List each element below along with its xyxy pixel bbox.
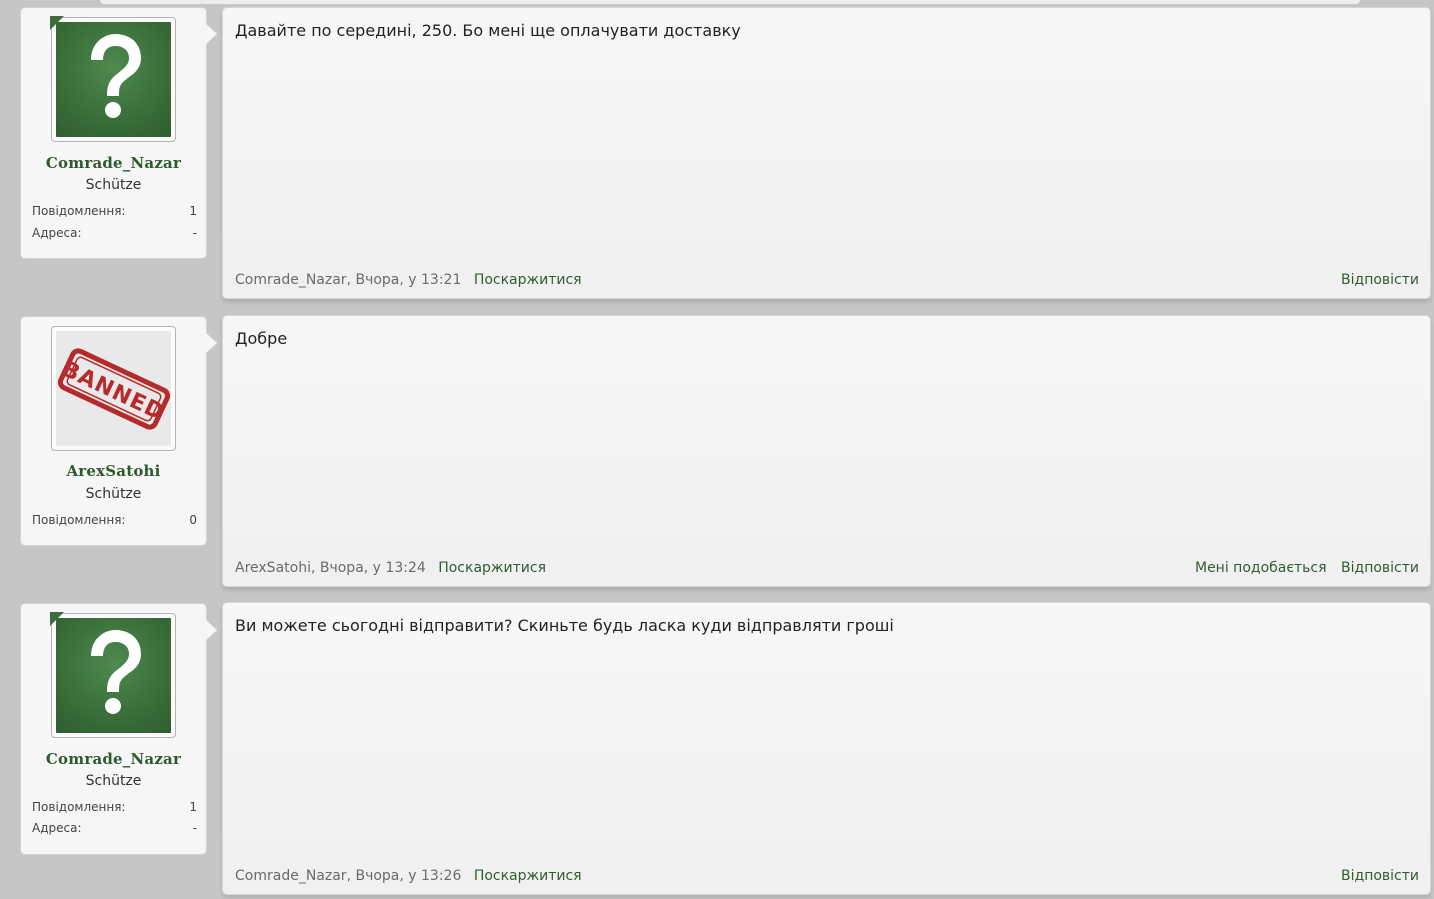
message-actions: Відповісти — [1331, 272, 1419, 288]
message-actions: Відповісти — [1331, 868, 1419, 884]
stat-messages: Повідомлення: 0 — [32, 513, 197, 527]
meta-author[interactable]: ArexSatohi — [235, 560, 311, 576]
report-link[interactable]: Поскаржитися — [474, 272, 582, 288]
message-body: Давайте по середині, 250. Бо мені ще опл… — [222, 7, 1431, 299]
report-link[interactable]: Поскаржитися — [438, 560, 546, 576]
top-strip — [100, 0, 1360, 4]
reply-link[interactable]: Відповісти — [1341, 560, 1419, 576]
message-text: Давайте по середині, 250. Бо мені ще опл… — [235, 21, 741, 40]
reply-link[interactable]: Відповісти — [1341, 272, 1419, 288]
card-arrow — [206, 620, 217, 640]
stat-address: Адреса: - — [32, 226, 197, 240]
message-text: Ви можете сьогодні відправити? Скиньте б… — [235, 616, 894, 635]
stat-label: Повідомлення: — [32, 513, 126, 527]
stat-value: - — [192, 226, 197, 240]
stat-messages: Повідомлення: 1 — [32, 204, 197, 218]
message-meta: Comrade_Nazar, Вчора, у 13:21 Поскаржити… — [235, 272, 582, 288]
avatar[interactable]: BANNED — [51, 326, 176, 451]
meta-author[interactable]: Comrade_Nazar — [235, 272, 347, 288]
username[interactable]: ArexSatohi — [21, 462, 206, 480]
question-mark-icon — [56, 22, 171, 137]
stat-messages: Повідомлення: 1 — [32, 800, 197, 814]
user-card: Comrade_Nazar Schütze Повідомлення: 1 Ад… — [20, 7, 217, 259]
meta-time: , Вчора, у 13:24 — [310, 560, 426, 576]
message-body: Ви можете сьогодні відправити? Скиньте б… — [222, 602, 1431, 895]
stat-value: 0 — [189, 513, 197, 527]
banned-stamp-icon: BANNED — [56, 331, 171, 446]
stat-label: Повідомлення: — [32, 204, 126, 218]
username[interactable]: Comrade_Nazar — [21, 750, 206, 768]
question-mark-icon — [56, 618, 171, 733]
message-meta: ArexSatohi, Вчора, у 13:24 Поскаржитися — [235, 560, 546, 576]
meta-time: , Вчора, у 13:26 — [346, 868, 462, 884]
avatar[interactable] — [50, 612, 176, 738]
stat-label: Адреса: — [32, 226, 82, 240]
card-arrow — [206, 24, 217, 44]
meta-time: , Вчора, у 13:21 — [346, 272, 462, 288]
stat-address: Адреса: - — [32, 821, 197, 835]
meta-author[interactable]: Comrade_Nazar — [235, 868, 347, 884]
user-card: BANNED ArexSatohi Schütze Повідомлення: … — [20, 316, 217, 546]
user-rank: Schütze — [85, 177, 142, 193]
username[interactable]: Comrade_Nazar — [21, 154, 206, 172]
message-text: Добре — [235, 329, 288, 348]
message-meta: Comrade_Nazar, Вчора, у 13:26 Поскаржити… — [235, 868, 582, 884]
stat-value: - — [192, 821, 197, 835]
card-arrow — [206, 333, 217, 353]
user-rank: Schütze — [85, 486, 142, 502]
user-rank: Schütze — [85, 773, 142, 789]
stat-value: 1 — [189, 204, 197, 218]
avatar-corner — [50, 16, 64, 30]
stat-label: Адреса: — [32, 821, 82, 835]
report-link[interactable]: Поскаржитися — [474, 868, 582, 884]
message-body: Добре ArexSatohi, Вчора, у 13:24 Поскарж… — [222, 315, 1431, 587]
stat-value: 1 — [189, 800, 197, 814]
stat-label: Повідомлення: — [32, 800, 126, 814]
message-actions: Мені подобається Відповісти — [1185, 560, 1419, 576]
reply-link[interactable]: Відповісти — [1341, 868, 1419, 884]
avatar[interactable] — [50, 16, 176, 142]
user-card: Comrade_Nazar Schütze Повідомлення: 1 Ад… — [20, 603, 217, 855]
avatar-corner — [50, 612, 64, 626]
like-link[interactable]: Мені подобається — [1195, 560, 1327, 576]
